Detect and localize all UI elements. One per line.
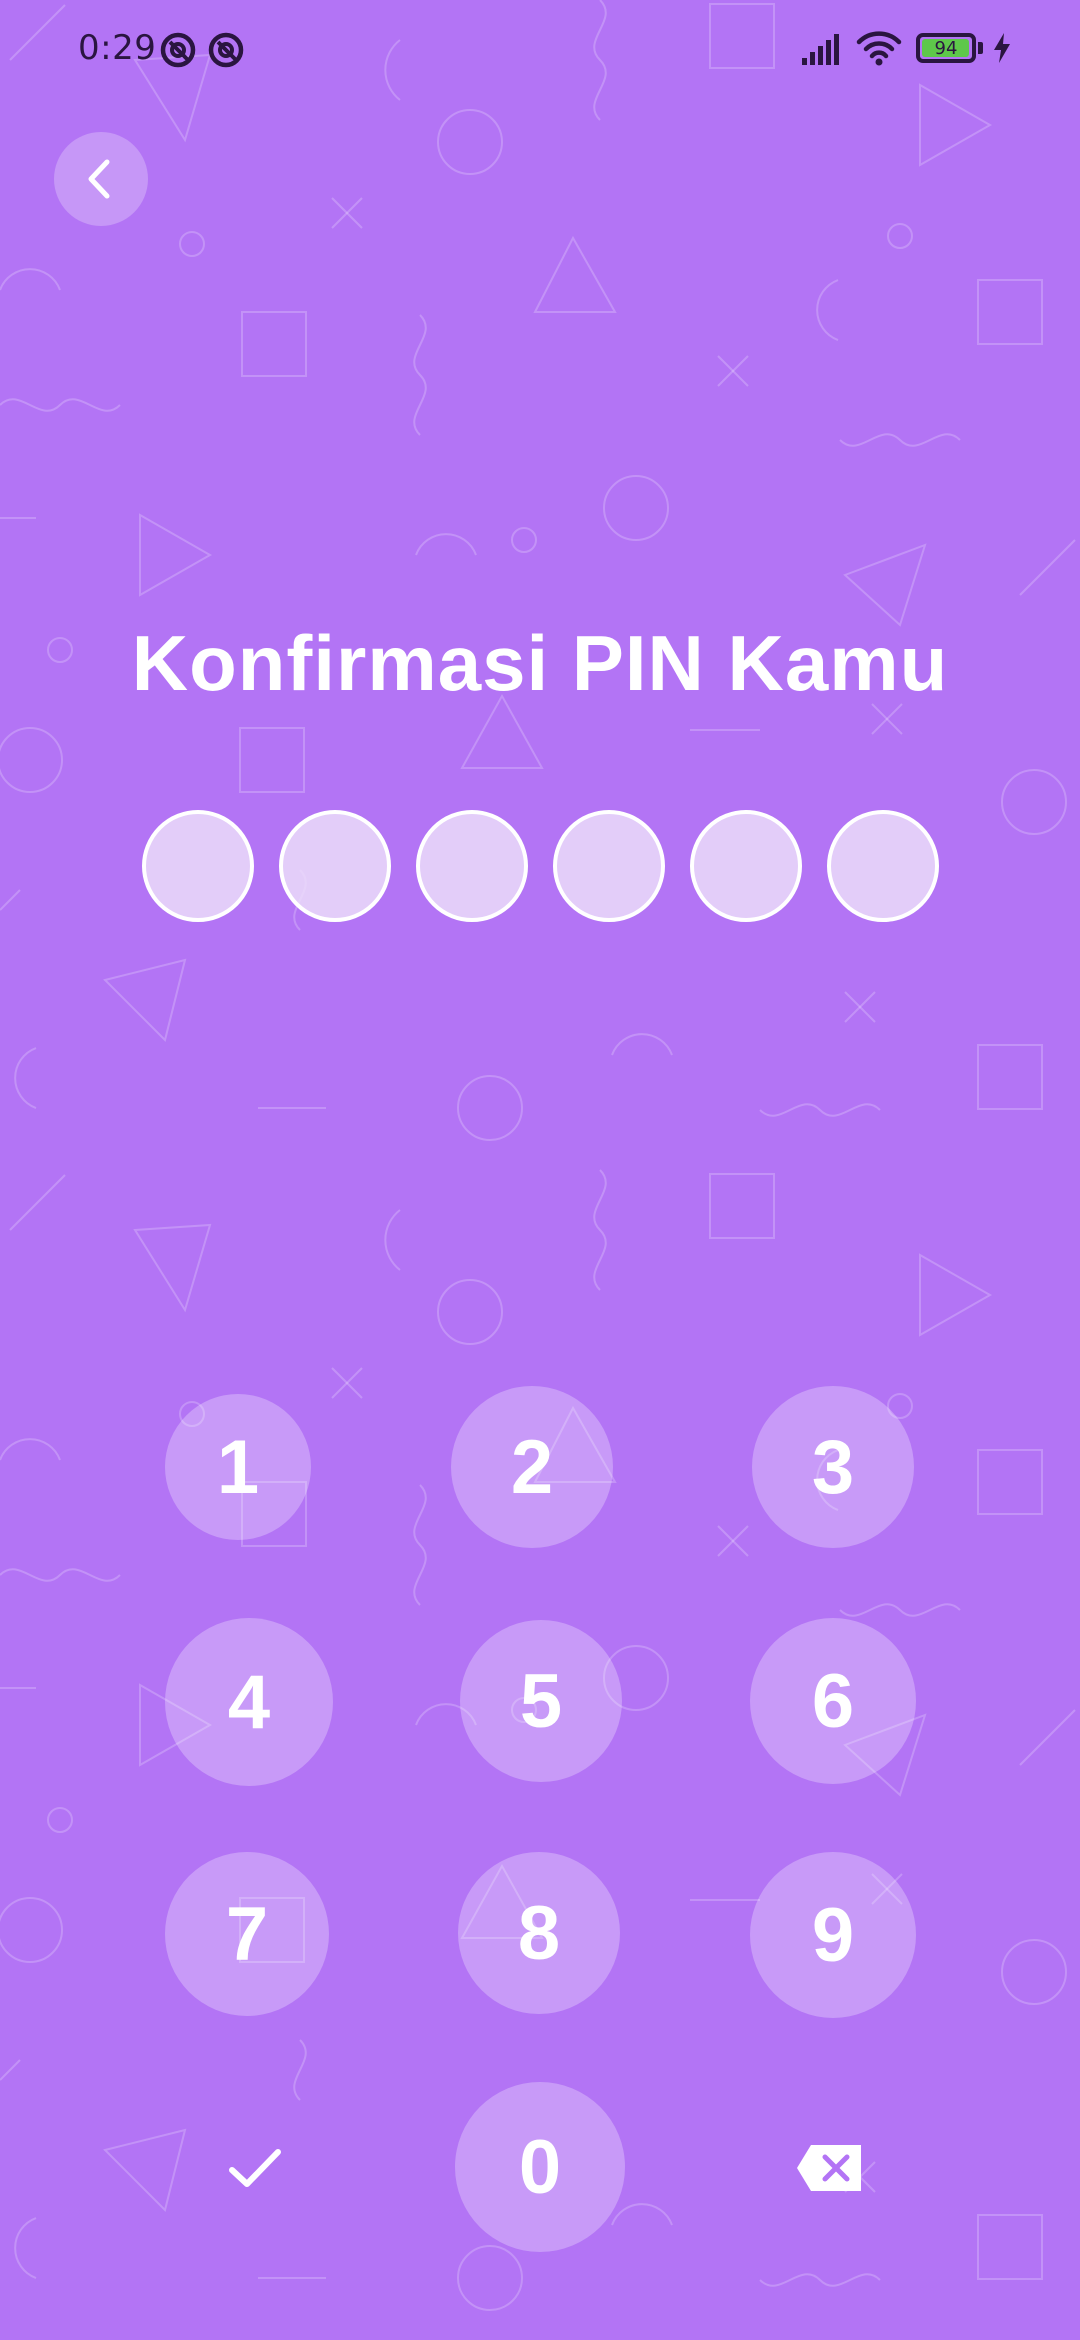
pin-indicator [0,810,1080,922]
wifi-icon [856,31,902,66]
pin-dot [279,810,391,922]
battery-level: 94 [934,37,958,59]
key-7[interactable]: 7 [165,1852,329,2016]
signal-icon [802,34,839,65]
status-bar: 0:29 94 [0,0,1080,100]
pin-confirmation-screen: 0:29 94 Konfirmasi PIN Kamu 1 2 3 4 5 6 … [0,0,1080,2340]
pin-dot [416,810,528,922]
check-icon [229,2149,281,2187]
key-0[interactable]: 0 [455,2082,625,2252]
key-5[interactable]: 5 [460,1620,622,1782]
page-title: Konfirmasi PIN Kamu [131,619,949,707]
status-time: 0:29 [78,28,157,68]
notification-icon [160,32,196,68]
battery-cap [978,42,983,54]
key-3[interactable]: 3 [752,1386,914,1548]
key-1[interactable]: 1 [165,1394,311,1540]
back-button[interactable] [54,132,148,226]
pin-dot [690,810,802,922]
delete-button[interactable] [770,2118,890,2218]
key-8[interactable]: 8 [458,1852,620,2014]
key-6[interactable]: 6 [750,1618,916,1784]
chevron-left-icon [88,159,110,199]
charging-icon [994,33,1010,63]
backspace-icon [797,2145,861,2191]
notification-icon [208,32,244,68]
pin-dot [827,810,939,922]
key-9[interactable]: 9 [750,1852,916,2018]
battery-icon: 94 [916,33,976,63]
confirm-button[interactable] [190,2118,320,2218]
pin-dot [553,810,665,922]
key-4[interactable]: 4 [165,1618,333,1786]
key-2[interactable]: 2 [451,1386,613,1548]
pin-dot [142,810,254,922]
